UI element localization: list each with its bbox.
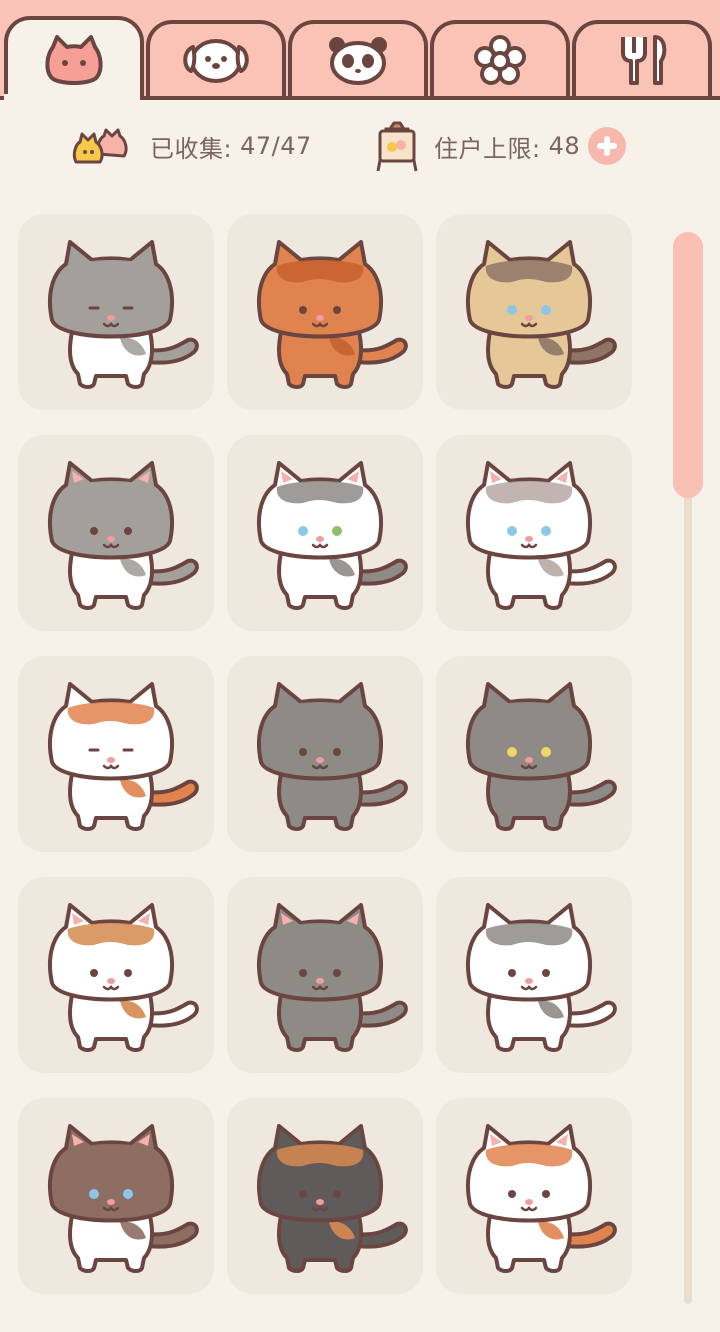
panda-face-icon bbox=[329, 37, 387, 85]
plus-icon bbox=[597, 136, 618, 156]
cat-sprite bbox=[465, 903, 617, 1052]
cat-card-grey-muzzle[interactable] bbox=[227, 656, 423, 852]
cat-pair-icon bbox=[72, 126, 130, 166]
tab-flowers[interactable] bbox=[430, 20, 570, 96]
tab-cats[interactable] bbox=[4, 16, 144, 100]
cat-face-icon bbox=[45, 35, 103, 85]
cat-card-siamese[interactable] bbox=[436, 214, 632, 410]
cat-sprite bbox=[47, 240, 199, 389]
cat-sprite bbox=[47, 461, 199, 610]
tab-dogs[interactable] bbox=[146, 20, 286, 96]
flower-icon bbox=[474, 35, 526, 85]
active-tab-opening bbox=[4, 94, 140, 102]
scrollbar-thumb[interactable] bbox=[673, 232, 703, 498]
cat-card-grey-yellow-eyes[interactable] bbox=[436, 656, 632, 852]
cat-sprite bbox=[256, 903, 408, 1052]
tab-food[interactable] bbox=[572, 20, 712, 96]
cat-sprite bbox=[465, 1124, 617, 1273]
cat-card-white-grey-cap[interactable] bbox=[227, 435, 423, 631]
tab-pandas[interactable] bbox=[288, 20, 428, 96]
cat-card-grey-tabby[interactable] bbox=[227, 877, 423, 1073]
cat-sprite bbox=[47, 1124, 199, 1273]
capacity-stat: 住户上限: 48 bbox=[370, 118, 627, 174]
cat-card-white-grey-spots[interactable] bbox=[436, 877, 632, 1073]
cat-card-orange-white-grumpy[interactable] bbox=[18, 656, 214, 852]
collection-stats: 已收集: 47/47 住户上限: 48 bbox=[0, 118, 720, 174]
category-tabs bbox=[0, 16, 720, 100]
collected-stat: 已收集: 47/47 bbox=[72, 118, 312, 174]
signboard-icon bbox=[370, 119, 424, 173]
capacity-label: 住户上限: bbox=[434, 134, 541, 163]
cat-sprite bbox=[256, 461, 408, 610]
dog-face-icon bbox=[183, 39, 249, 83]
cat-sprite bbox=[256, 682, 408, 831]
cat-collection-grid bbox=[18, 214, 634, 1332]
cat-sprite bbox=[256, 240, 408, 389]
cat-card-ragdoll[interactable] bbox=[436, 435, 632, 631]
collected-label: 已收集: bbox=[150, 134, 233, 163]
cat-card-tortie[interactable] bbox=[227, 1098, 423, 1294]
cat-sprite bbox=[47, 903, 199, 1052]
cat-sprite bbox=[465, 461, 617, 610]
cat-sprite bbox=[465, 682, 617, 831]
capacity-value: 48 bbox=[548, 132, 581, 160]
cat-card-orange-white-tabby[interactable] bbox=[436, 1098, 632, 1294]
collected-value: 47/47 bbox=[240, 132, 312, 160]
fork-spoon-icon bbox=[621, 35, 667, 85]
increase-capacity-button[interactable] bbox=[588, 127, 627, 165]
cat-card-brown-white[interactable] bbox=[18, 1098, 214, 1294]
cat-sprite bbox=[256, 1124, 408, 1273]
cat-card-grey-white[interactable] bbox=[18, 214, 214, 410]
cat-sprite bbox=[47, 682, 199, 831]
cat-card-calico-spot[interactable] bbox=[18, 877, 214, 1073]
cat-card-orange[interactable] bbox=[227, 214, 423, 410]
cat-card-grey-tabby-white[interactable] bbox=[18, 435, 214, 631]
cat-sprite bbox=[465, 240, 617, 389]
